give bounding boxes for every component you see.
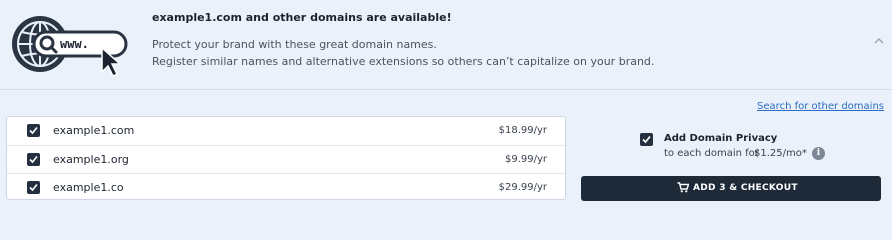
- domain-price: $18.99/yr: [498, 125, 547, 136]
- privacy-checkbox[interactable]: [640, 133, 653, 146]
- privacy-price: $1.25/mo*: [754, 148, 807, 159]
- info-icon[interactable]: i: [812, 147, 825, 160]
- list-item[interactable]: example1.com $18.99/yr: [7, 117, 565, 145]
- domain-checkbox[interactable]: [27, 153, 40, 166]
- check-icon: [642, 135, 651, 144]
- list-item[interactable]: example1.org $9.99/yr: [7, 145, 565, 173]
- domain-price: $9.99/yr: [504, 154, 547, 165]
- privacy-description: to each domain for: [664, 148, 759, 159]
- domain-price: $29.99/yr: [498, 182, 547, 193]
- domain-name: example1.co: [53, 181, 124, 194]
- list-item[interactable]: example1.co $29.99/yr: [7, 173, 565, 201]
- domain-checkbox[interactable]: [27, 124, 40, 137]
- banner-description-line-2: Register similar names and alternative e…: [152, 55, 655, 68]
- banner-title: example1.com and other domains are avail…: [152, 11, 452, 24]
- logo-www-text: www.: [60, 37, 89, 51]
- domain-list: example1.com $18.99/yr example1.org $9.9…: [6, 116, 566, 200]
- check-icon: [29, 155, 38, 164]
- cart-icon: [677, 182, 689, 193]
- check-icon: [29, 183, 38, 192]
- privacy-title: Add Domain Privacy: [664, 133, 778, 144]
- domain-suggestion-banner: www. example1.com and other domains are …: [0, 0, 892, 90]
- banner-description-line-1: Protect your brand with these great doma…: [152, 38, 437, 51]
- chevron-up-icon[interactable]: [872, 34, 886, 48]
- domain-name: example1.org: [53, 153, 129, 166]
- checkout-button-label: ADD 3 & CHECKOUT: [693, 183, 798, 193]
- check-icon: [29, 126, 38, 135]
- add-and-checkout-button[interactable]: ADD 3 & CHECKOUT: [581, 176, 881, 201]
- domain-name: example1.com: [53, 124, 135, 137]
- search-other-domains-link[interactable]: Search for other domains: [757, 101, 884, 112]
- domain-checkbox[interactable]: [27, 181, 40, 194]
